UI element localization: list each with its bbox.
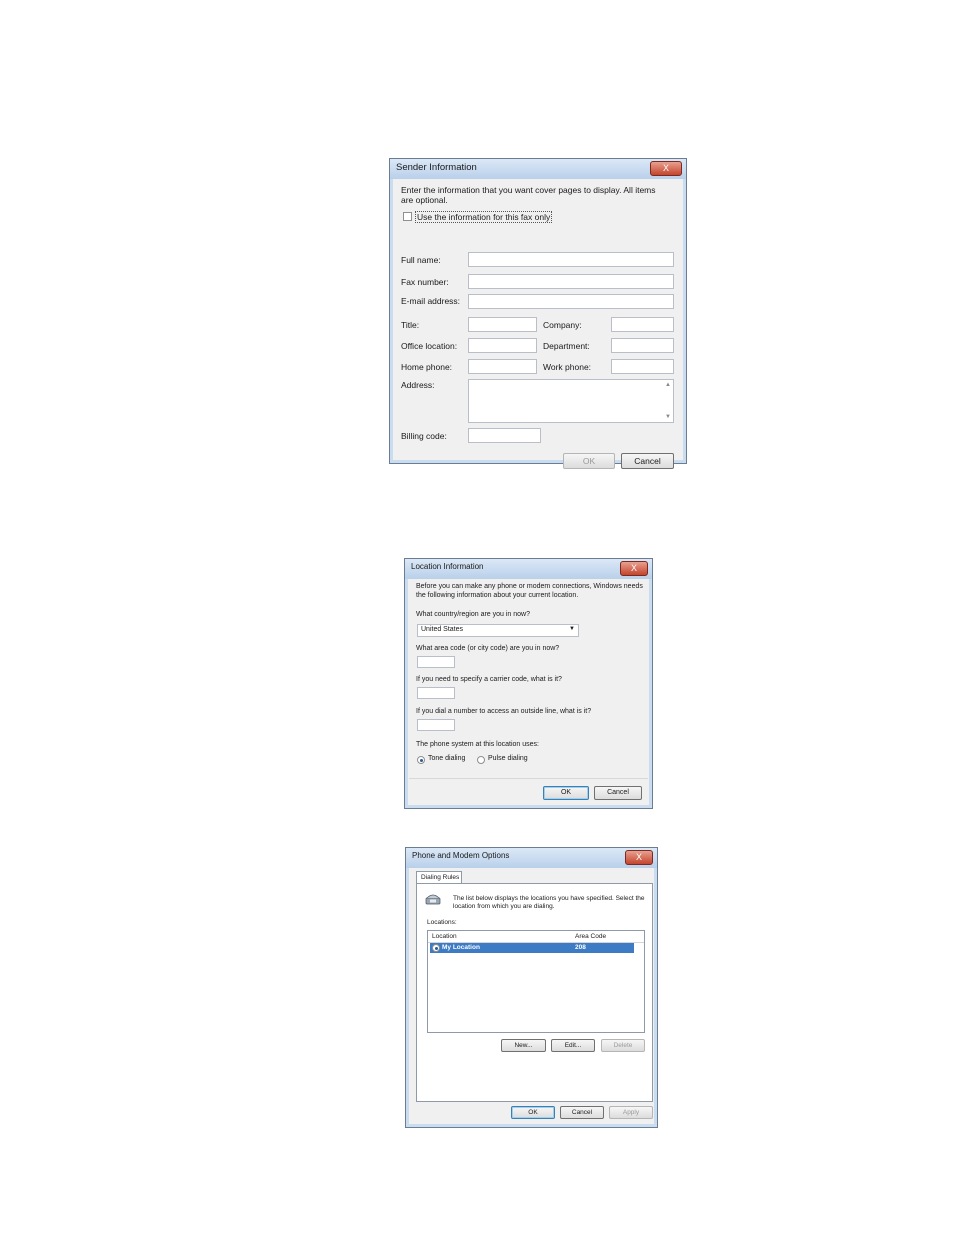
chevron-down-icon[interactable]: ▼ (569, 626, 575, 632)
dialog-body: Dialing Rules The list below displays th… (410, 868, 653, 1123)
office-location-label: Office location: (401, 341, 458, 351)
outside-line-question: If you dial a number to access an outsid… (416, 708, 592, 715)
pulse-dialing-label: Pulse dialing (488, 755, 528, 762)
row-area-code: 208 (575, 944, 586, 951)
ok-button[interactable]: OK (511, 1106, 555, 1119)
cancel-button[interactable]: Cancel (560, 1106, 604, 1119)
department-label: Department: (543, 341, 590, 351)
title-input[interactable] (468, 317, 537, 332)
carrier-code-question: If you need to specify a carrier code, w… (416, 676, 562, 683)
cancel-button[interactable]: Cancel (621, 453, 674, 469)
scroll-up-icon[interactable]: ▲ (665, 382, 671, 388)
delete-button[interactable]: Delete (601, 1039, 645, 1052)
sender-information-dialog: Sender Information X Enter the informati… (389, 158, 687, 469)
location-information-dialog: Location Information X Before you can ma… (404, 558, 653, 809)
company-input[interactable] (611, 317, 674, 332)
row-location: My Location (442, 944, 480, 951)
title-bar[interactable]: Sender Information X (390, 159, 686, 179)
country-value: United States (421, 626, 464, 633)
department-input[interactable] (611, 338, 674, 353)
country-question: What country/region are you in now? (416, 611, 531, 618)
scroll-down-icon[interactable]: ▼ (665, 414, 671, 420)
tone-dialing-label: Tone dialing (428, 755, 466, 762)
work-phone-input[interactable] (611, 359, 674, 374)
close-button[interactable]: X (650, 161, 682, 176)
ok-button[interactable]: OK (563, 453, 615, 469)
pulse-dialing-radio[interactable] (477, 756, 485, 764)
tab-panel: The list below displays the locations yo… (416, 883, 653, 1102)
home-phone-label: Home phone: (401, 362, 453, 372)
phone-modem-options-dialog: Phone and Modem Options X Dialing Rules … (405, 847, 658, 1128)
country-select[interactable]: United States ▼ (417, 624, 579, 637)
area-code-question: What area code (or city code) are you in… (416, 645, 560, 652)
locations-label: Locations: (427, 919, 457, 926)
outside-line-input[interactable] (417, 719, 455, 731)
company-label: Company: (543, 320, 582, 330)
location-radio[interactable] (432, 944, 440, 952)
home-phone-input[interactable] (468, 359, 537, 374)
fax-only-label: Use the information for this fax only (415, 211, 553, 223)
ok-button[interactable]: OK (543, 786, 589, 800)
divider (409, 778, 648, 779)
email-label: E-mail address: (401, 296, 461, 306)
column-location[interactable]: Location (432, 933, 457, 940)
email-input[interactable] (468, 294, 674, 309)
dialog-title: Phone and Modem Options (412, 851, 510, 860)
locations-list[interactable]: Location Area Code My Location 208 (427, 930, 645, 1033)
full-name-label: Full name: (401, 255, 441, 265)
new-button[interactable]: New... (501, 1039, 546, 1052)
dialog-body: Enter the information that you want cove… (394, 179, 682, 469)
tone-dialing-radio[interactable] (417, 756, 425, 764)
address-scrollbar[interactable]: ▲ ▼ (663, 380, 673, 422)
column-area-code[interactable]: Area Code (575, 933, 606, 940)
close-button[interactable]: X (625, 850, 653, 865)
billing-code-label: Billing code: (401, 431, 447, 441)
full-name-input[interactable] (468, 252, 674, 267)
intro-text: Before you can make any phone or modem c… (416, 583, 643, 599)
billing-code-input[interactable] (468, 428, 541, 443)
address-textarea[interactable]: ▲ ▼ (468, 379, 674, 423)
description-text: The list below displays the locations yo… (453, 895, 645, 910)
dialog-title: Location Information (411, 562, 484, 571)
intro-text: Enter the information that you want cove… (401, 185, 656, 205)
close-button[interactable]: X (620, 561, 648, 576)
cancel-button[interactable]: Cancel (594, 786, 642, 800)
dialog-body: Before you can make any phone or modem c… (409, 579, 648, 804)
office-location-input[interactable] (468, 338, 537, 353)
telephone-icon (425, 892, 441, 905)
title-label: Title: (401, 320, 420, 330)
fax-number-label: Fax number: (401, 277, 449, 287)
area-code-input[interactable] (417, 656, 455, 668)
title-bar[interactable]: Location Information X (405, 559, 652, 579)
tab-label: Dialing Rules (421, 874, 460, 881)
fax-only-checkbox[interactable] (403, 212, 412, 221)
phone-system-question: The phone system at this location uses: (416, 741, 539, 748)
edit-button[interactable]: Edit... (551, 1039, 595, 1052)
list-header: Location Area Code (428, 931, 644, 943)
table-row[interactable]: My Location 208 (430, 943, 634, 953)
apply-button[interactable]: Apply (609, 1106, 653, 1119)
title-bar[interactable]: Phone and Modem Options X (406, 848, 657, 868)
work-phone-label: Work phone: (543, 362, 592, 372)
dialog-title: Sender Information (396, 162, 477, 173)
address-label: Address: (401, 380, 435, 390)
carrier-code-input[interactable] (417, 687, 455, 699)
fax-number-input[interactable] (468, 274, 674, 289)
